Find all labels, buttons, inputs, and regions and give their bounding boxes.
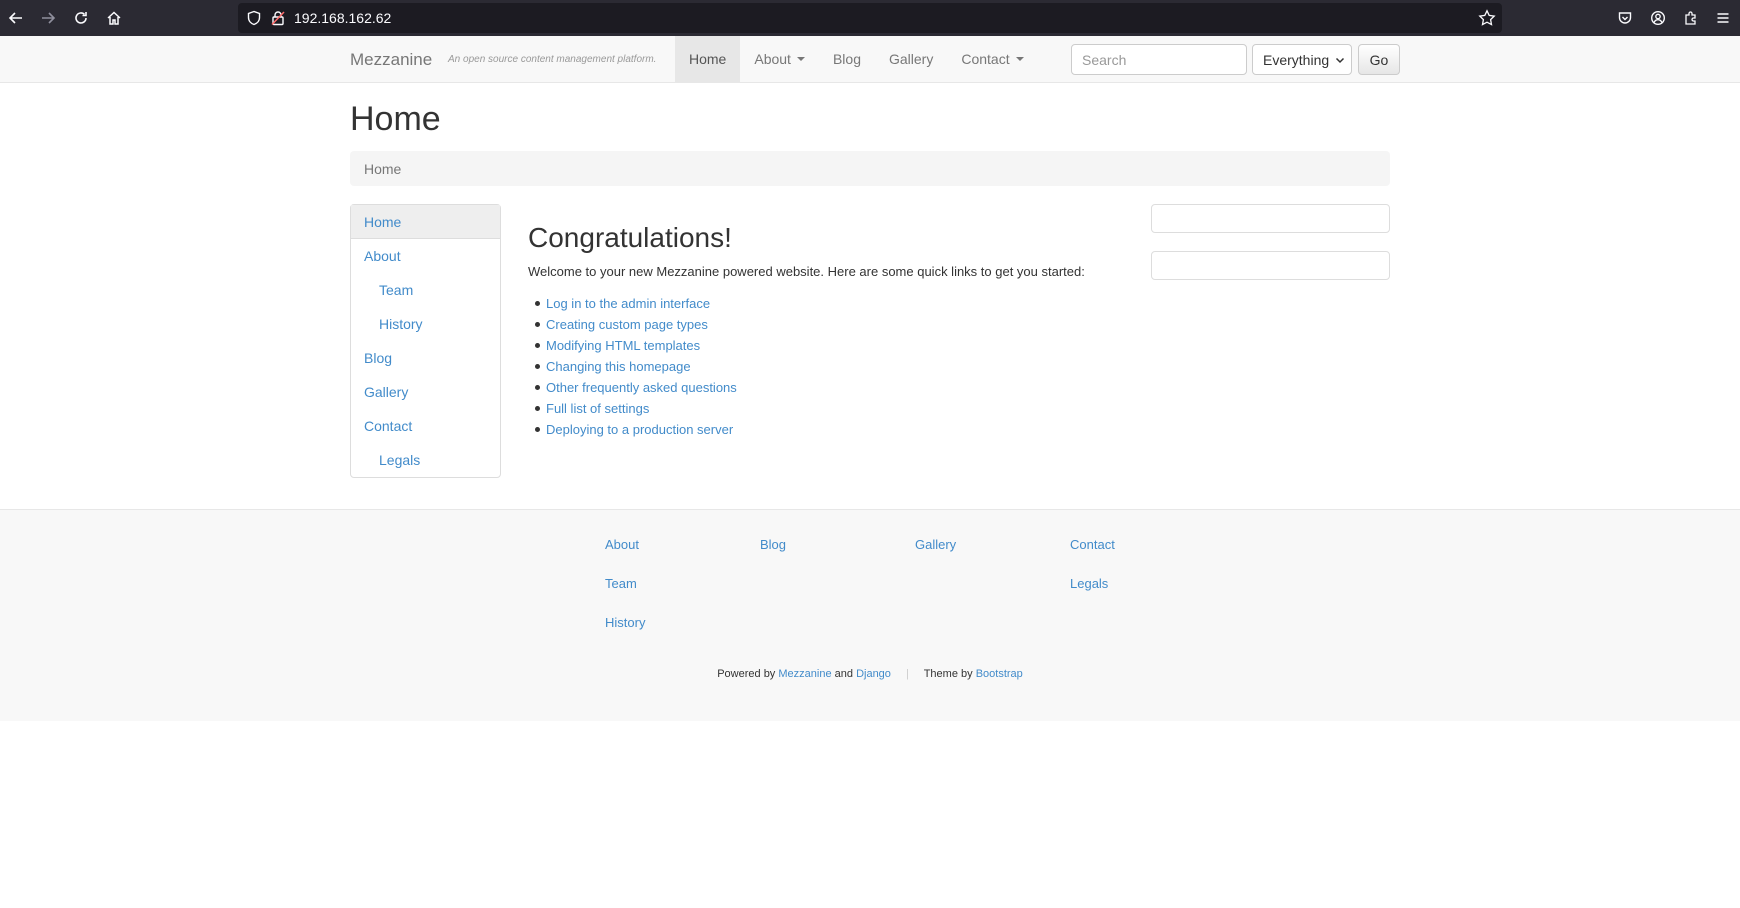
nav-item-label: About — [754, 51, 791, 67]
main-nav: Home About Blog Gallery Contact — [675, 36, 1038, 82]
footer-link-history[interactable]: History — [605, 615, 645, 630]
leftnav-item-about[interactable]: About — [351, 239, 500, 273]
star-icon[interactable] — [1478, 9, 1496, 27]
reload-icon[interactable] — [71, 8, 91, 28]
browser-toolbar: 192.168.162.62 — [0, 0, 1740, 36]
nav-item-home[interactable]: Home — [675, 36, 741, 82]
nav-item-label: Blog — [832, 51, 861, 67]
breadcrumb-item: Home — [364, 161, 402, 177]
leftnav-item-history[interactable]: History — [351, 307, 500, 341]
pocket-icon[interactable] — [1615, 8, 1635, 28]
home-icon[interactable] — [104, 8, 124, 28]
leftnav-item-contact[interactable]: Contact — [351, 409, 500, 443]
back-icon[interactable] — [6, 8, 26, 28]
footer-link-legals[interactable]: Legals — [1070, 576, 1108, 591]
site-brand[interactable]: Mezzanine — [350, 50, 432, 70]
sidebar-panel — [1151, 251, 1390, 280]
quick-link-custom-page-types[interactable]: Creating custom page types — [535, 314, 737, 335]
leftnav-item-gallery[interactable]: Gallery — [351, 375, 500, 409]
footer-link-gallery[interactable]: Gallery — [915, 537, 956, 552]
nav-item-label: Home — [689, 51, 727, 67]
nav-item-blog[interactable]: Blog — [819, 36, 875, 82]
credits-separator: | — [905, 668, 909, 680]
account-icon[interactable] — [1648, 8, 1668, 28]
footer-link-contact[interactable]: Contact — [1070, 537, 1115, 552]
search-input[interactable] — [1071, 44, 1247, 75]
django-link[interactable]: Django — [856, 668, 891, 680]
search-scope-value: Everything — [1263, 51, 1330, 68]
sidebar-panel — [1151, 204, 1390, 233]
quick-link-admin[interactable]: Log in to the admin interface — [535, 293, 737, 314]
site-footer: About Team History Blog Gallery Contact … — [0, 509, 1740, 721]
caret-down-icon — [1015, 57, 1024, 61]
powered-by-text: Powered by — [717, 668, 776, 680]
nav-item-gallery[interactable]: Gallery — [875, 36, 947, 82]
breadcrumb: Home — [350, 151, 1390, 186]
caret-down-icon — [796, 57, 805, 61]
nav-item-about[interactable]: About — [740, 36, 819, 82]
footer-link-about[interactable]: About — [605, 537, 639, 552]
footer-link-team[interactable]: Team — [605, 576, 637, 591]
extensions-icon[interactable] — [1681, 8, 1701, 28]
url-text[interactable]: 192.168.162.62 — [294, 10, 391, 26]
left-tree-nav: Home About Team History Blog Gallery Con… — [350, 204, 501, 478]
leftnav-item-blog[interactable]: Blog — [351, 341, 500, 375]
footer-link-blog[interactable]: Blog — [760, 537, 786, 552]
search-go-button[interactable]: Go — [1358, 44, 1400, 75]
address-bar[interactable]: 192.168.162.62 — [238, 3, 1502, 33]
quick-link-html-templates[interactable]: Modifying HTML templates — [535, 335, 737, 356]
and-text: and — [834, 668, 853, 680]
mezzanine-link[interactable]: Mezzanine — [778, 668, 831, 680]
chevron-down-icon — [1335, 57, 1345, 64]
nav-item-contact[interactable]: Contact — [947, 36, 1037, 82]
footer-credits: Powered by Mezzanine and Django | Theme … — [0, 668, 1740, 680]
quick-link-settings[interactable]: Full list of settings — [535, 398, 737, 419]
leftnav-item-team[interactable]: Team — [351, 273, 500, 307]
congratulations-heading: Congratulations! — [528, 222, 732, 253]
quick-link-faq[interactable]: Other frequently asked questions — [535, 377, 737, 398]
nav-item-label: Gallery — [888, 51, 934, 67]
leftnav-item-home[interactable]: Home — [351, 205, 500, 239]
page-title: Home — [350, 100, 441, 138]
quick-links-list: Log in to the admin interface Creating c… — [535, 293, 737, 440]
nav-item-label: Contact — [961, 51, 1010, 67]
theme-by-text: Theme by — [923, 668, 973, 680]
lock-icon[interactable] — [270, 10, 286, 26]
quick-link-deploying[interactable]: Deploying to a production server — [535, 419, 737, 440]
welcome-text: Welcome to your new Mezzanine powered we… — [528, 264, 1085, 279]
site-tagline: An open source content management platfo… — [448, 54, 657, 65]
search-scope-select[interactable]: Everything — [1252, 44, 1352, 75]
leftnav-item-legals[interactable]: Legals — [351, 443, 500, 477]
site-navbar: Mezzanine An open source content managem… — [0, 36, 1740, 83]
forward-icon[interactable] — [38, 8, 58, 28]
bootstrap-link[interactable]: Bootstrap — [976, 668, 1023, 680]
quick-link-homepage[interactable]: Changing this homepage — [535, 356, 737, 377]
shield-icon[interactable] — [246, 10, 262, 26]
hamburger-menu-icon[interactable] — [1713, 8, 1733, 28]
